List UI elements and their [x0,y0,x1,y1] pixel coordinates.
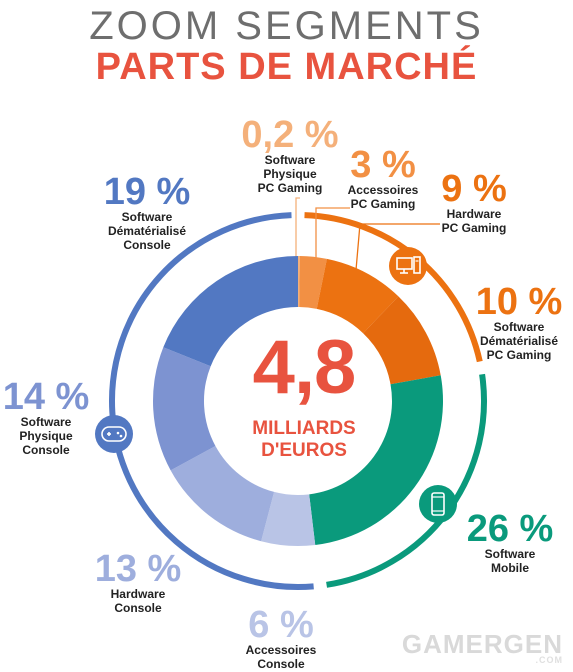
segment-desc-line: Console [257,656,305,671]
smartphone-icon [419,485,457,523]
segment-desc-line: Hardware [446,207,502,221]
desktop-computer-icon [389,247,427,285]
segment-desc-line: Console [22,442,70,457]
segment-desc-line: Accessoires [347,183,419,197]
segment-desc-line: PC Gaming [350,196,416,211]
segment-pct: 13 % [94,548,182,590]
segment-label-software-physique-pc: 0,2 % Software Physique PC Gaming [235,116,345,195]
gamepad-icon [95,415,133,453]
segment-desc-line: Accessoires [245,643,317,657]
segment-pct: 14 % [2,376,90,418]
total-unit-line1: MILLIARDS [252,418,356,439]
total-value-center: 4,8 MILLIARDS D'EUROS [229,330,379,462]
segment-desc-line: PC Gaming [441,220,507,235]
segment-desc-line: PC Gaming [257,180,323,195]
segment-label-software-demat-pc: 10 % Software Dématérialisé PC Gaming [469,283,569,362]
segment-desc-line: Physique [19,428,73,443]
segment-desc-line: Software [493,320,545,334]
segment-label-accessoires-pc: 3 % Accessoires PC Gaming [331,146,435,212]
segment-desc-line: Software [264,153,316,167]
segment-label-software-physique-console: 14 % Software Physique Console [0,378,92,457]
segment-label-hardware-pc: 9 % Hardware PC Gaming [422,170,526,236]
segment-desc-line: Dématérialisé [479,333,559,348]
segment-pct: 26 % [466,508,554,550]
segment-pct: 10 % [475,281,563,323]
segment-pct: 19 % [103,171,191,213]
segment-desc-line: Physique [263,166,317,181]
segment-pct: 6 % [248,604,314,646]
segment-desc-line: Dématérialisé [107,223,187,238]
segment-desc-line: Console [123,237,171,252]
watermark-sub: .COM [535,655,563,665]
segment-desc-line: Console [114,600,162,615]
segment-desc-line: PC Gaming [486,347,552,362]
segment-pct: 0,2 % [241,114,339,156]
total-unit-line2: D'EUROS [261,439,347,461]
segment-desc-line: Software [20,415,72,429]
segment-pct: 3 % [350,144,416,186]
total-value: 4,8 [252,325,357,410]
segment-desc-line: Software [484,547,536,561]
watermark-logo: GAMERGEN .COM [402,629,563,665]
segment-pct: 9 % [441,168,507,210]
segment-desc-line: Mobile [491,560,529,575]
segment-desc-line: Hardware [110,587,166,601]
leader-line [295,197,300,258]
segment-desc-line: Software [121,210,173,224]
segment-label-accessoires-console: 6 % Accessoires Console [226,606,336,672]
segment-label-software-mobile: 26 % Software Mobile [458,510,562,576]
segment-label-hardware-console: 13 % Hardware Console [86,550,190,616]
segment-label-software-demat-console: 19 % Software Dématérialisé Console [92,173,202,252]
